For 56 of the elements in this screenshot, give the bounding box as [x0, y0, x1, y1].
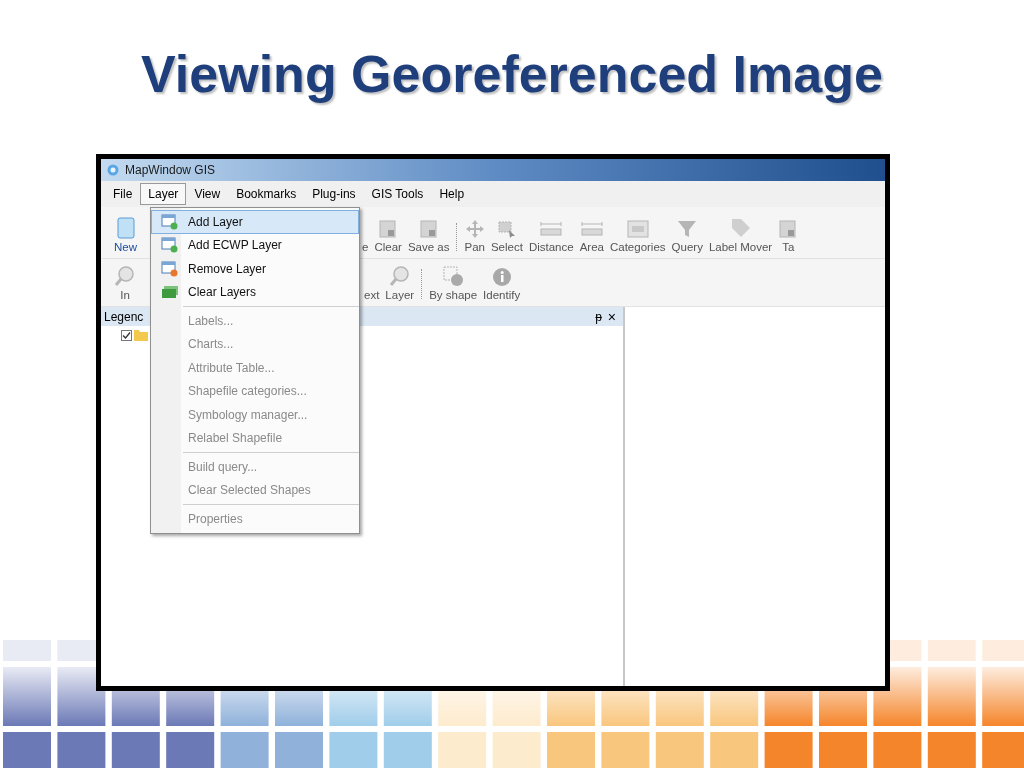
toolbar-button[interactable]: Layer — [382, 265, 418, 303]
menu-item[interactable]: Bookmarks — [228, 183, 305, 205]
checkbox[interactable] — [121, 329, 132, 341]
selection-icon — [496, 219, 517, 239]
remove-layer-icon — [161, 260, 179, 277]
window-title: MapWindow GIS — [125, 162, 216, 179]
menu-option[interactable]: Remove Layer — [151, 257, 359, 281]
page-icon — [778, 219, 799, 239]
menu-option[interactable]: Add ECWP Layer — [151, 233, 359, 257]
toolbar-button[interactable]: Identify — [480, 267, 524, 303]
ruler-icon — [579, 219, 604, 239]
menu-item[interactable]: GIS Tools — [363, 183, 432, 205]
toolbar-button[interactable]: By shape — [426, 265, 481, 303]
toolbar-button[interactable]: New — [111, 217, 140, 255]
menu-item[interactable]: Help — [431, 183, 473, 205]
menu-item[interactable]: File — [105, 183, 141, 205]
menu-item[interactable]: View — [186, 183, 229, 205]
move-icon — [464, 219, 485, 239]
toolbar-button[interactable]: Label Mover — [705, 217, 776, 255]
toolbar-button[interactable]: Select — [487, 219, 526, 255]
toolbar-button[interactable]: Save as — [404, 219, 453, 255]
book-icon — [115, 217, 136, 239]
toolbar-button[interactable]: In — [111, 265, 139, 303]
shape-select-icon — [442, 265, 465, 287]
panel-title: Legenc — [104, 308, 144, 326]
pin-button[interactable]: ᵽ — [595, 310, 602, 323]
app-icon — [107, 164, 119, 176]
check-icon — [122, 330, 131, 340]
toolbar-button[interactable]: Distance — [525, 219, 577, 255]
close-button[interactable]: × — [607, 309, 616, 324]
toolbar-button[interactable]: Query — [668, 219, 706, 255]
toolbar-button[interactable]: Ta — [775, 219, 802, 255]
menu-option[interactable]: Clear Layers — [151, 280, 359, 304]
page-icon — [378, 219, 399, 239]
toolbar-button[interactable]: e — [359, 217, 372, 255]
menu-option[interactable]: Add Layer — [151, 210, 359, 234]
grid-icon — [625, 219, 650, 239]
toolbar-button[interactable]: ext — [361, 265, 383, 303]
ruler-icon — [539, 219, 564, 239]
menu-item[interactable]: Layer — [140, 183, 187, 205]
layers-icon — [161, 285, 179, 300]
slide-title: Viewing Georeferenced Image — [141, 44, 883, 105]
funnel-icon — [677, 219, 698, 239]
tag-icon — [729, 217, 752, 239]
magnifier-icon — [388, 265, 411, 287]
folder-icon — [134, 329, 148, 341]
toolbar-button[interactable]: Pan — [461, 219, 488, 255]
toolbar-button[interactable]: Categories — [606, 219, 669, 255]
info-icon — [491, 267, 512, 287]
add-layer-icon — [161, 237, 179, 254]
menu-item[interactable]: Plug-ins — [304, 183, 364, 205]
add-layer-icon — [161, 213, 179, 230]
toolbar-button[interactable]: Clear — [371, 219, 405, 255]
page-icon — [418, 219, 439, 239]
magnifier-icon — [114, 265, 136, 287]
toolbar-button[interactable]: Area — [576, 219, 607, 255]
